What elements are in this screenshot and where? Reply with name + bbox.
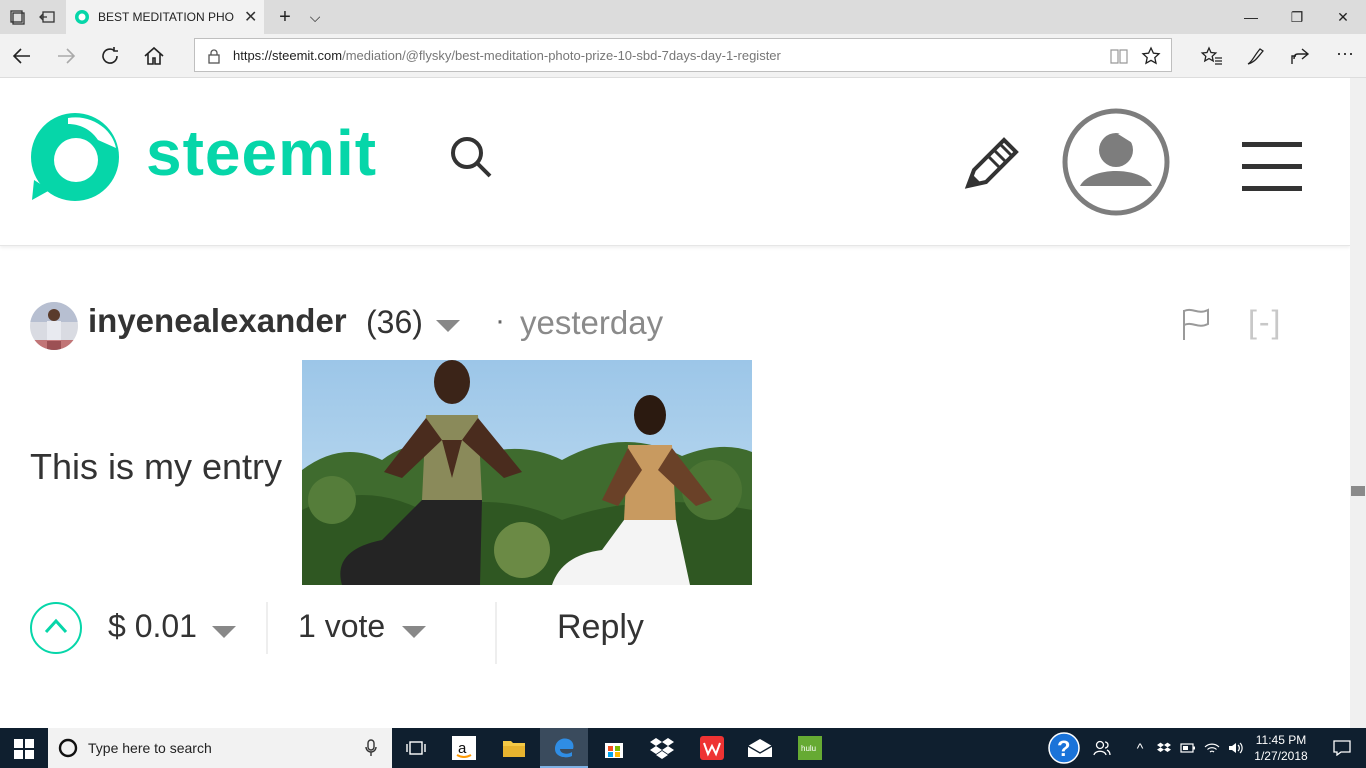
system-clock[interactable]: 11:45 PM 1/27/2018: [1250, 732, 1312, 764]
favorite-star-icon[interactable]: [1141, 46, 1161, 66]
post-timestamp[interactable]: yesterday: [520, 304, 663, 342]
microphone-icon[interactable]: [364, 739, 378, 757]
help-icon[interactable]: ?: [1040, 728, 1088, 768]
voters-dropdown-caret-icon[interactable]: [402, 626, 426, 638]
minimize-icon[interactable]: —: [1236, 6, 1266, 28]
home-icon[interactable]: [142, 44, 166, 68]
refresh-icon[interactable]: [98, 44, 122, 68]
flag-icon[interactable]: [1180, 306, 1212, 342]
tab-active[interactable]: BEST MEDITATION PHO ✕: [66, 0, 264, 34]
meta-separator: ·: [495, 304, 505, 337]
steemit-favicon-icon: [75, 10, 89, 24]
more-options-icon[interactable]: ···: [1330, 42, 1360, 64]
windows-start-icon[interactable]: [14, 739, 34, 759]
edge-browser-icon[interactable]: [540, 728, 588, 768]
payout-dropdown-caret-icon[interactable]: [212, 626, 236, 638]
svg-text:a: a: [458, 740, 467, 757]
author-name[interactable]: inyenealexander: [88, 302, 347, 340]
search-icon[interactable]: [448, 134, 494, 180]
author-reputation: (36): [366, 304, 423, 340]
hamburger-menu-icon[interactable]: [1240, 140, 1304, 194]
comment-body-text: This is my entry: [30, 446, 283, 487]
back-icon[interactable]: [10, 44, 34, 68]
windows-taskbar: Type here to search a hulu ? ^ 11:45 PM …: [0, 728, 1366, 768]
comment: inyenealexander (36) · yesterday [-] Thi…: [0, 246, 1350, 728]
volume-icon[interactable]: [1224, 728, 1248, 768]
dropbox-tray-icon[interactable]: [1152, 728, 1176, 768]
restore-icon[interactable]: ❐: [1282, 6, 1312, 28]
browser-window-chrome: BEST MEDITATION PHO ✕ + ⌵ — ❐ ✕ https://…: [0, 0, 1366, 78]
people-icon[interactable]: [1082, 728, 1122, 768]
action-center-icon[interactable]: [1318, 728, 1366, 768]
collapse-toggle[interactable]: [-]: [1248, 304, 1282, 341]
tab-bar: BEST MEDITATION PHO ✕ + ⌵ — ❐ ✕: [0, 0, 1366, 34]
author-dropdown-caret-icon[interactable]: [436, 320, 460, 332]
svg-text:hulu: hulu: [801, 744, 816, 753]
site-header: steemit: [0, 78, 1350, 246]
url-path: /mediation/@flysky/best-meditation-photo…: [342, 47, 781, 63]
tab-preview-icon[interactable]: [8, 8, 26, 26]
author-avatar[interactable]: [30, 302, 78, 350]
scrollbar-thumb[interactable]: [1351, 486, 1365, 496]
webpage: steemit inyenealexander (36) · yesterday…: [0, 78, 1350, 728]
taskbar-search-placeholder: Type here to search: [88, 740, 212, 756]
user-avatar-icon[interactable]: [1060, 106, 1172, 218]
payout-amount[interactable]: $ 0.01: [108, 608, 197, 645]
wps-office-icon[interactable]: [688, 728, 736, 768]
hulu-app-icon[interactable]: hulu: [786, 728, 834, 768]
wifi-icon[interactable]: [1200, 728, 1224, 768]
navigation-bar: https://steemit.com/mediation/@flysky/be…: [0, 34, 1366, 78]
steemit-logo-text[interactable]: steemit: [146, 116, 377, 190]
tab-list-chevron-icon[interactable]: ⌵: [300, 6, 330, 28]
mail-icon[interactable]: [736, 728, 784, 768]
vertical-scrollbar[interactable]: [1350, 78, 1366, 728]
file-explorer-icon[interactable]: [490, 728, 538, 768]
upvote-button[interactable]: [30, 602, 82, 654]
chevron-up-icon: [44, 618, 68, 634]
set-tabs-aside-icon[interactable]: [38, 8, 56, 26]
share-icon[interactable]: [1288, 44, 1312, 68]
dropbox-icon[interactable]: [638, 728, 686, 768]
url-text: https://steemit.com/mediation/@flysky/be…: [233, 48, 781, 63]
clock-date: 1/27/2018: [1254, 749, 1308, 763]
amazon-app-icon[interactable]: a: [440, 728, 488, 768]
pencil-icon[interactable]: [964, 134, 1022, 190]
tab-close-icon[interactable]: ✕: [244, 7, 257, 27]
task-view-icon[interactable]: [392, 728, 440, 768]
address-bar[interactable]: https://steemit.com/mediation/@flysky/be…: [194, 38, 1172, 72]
vote-count[interactable]: 1 vote: [298, 608, 385, 645]
close-window-icon[interactable]: ✕: [1328, 6, 1358, 28]
tab-title: BEST MEDITATION PHO: [98, 10, 235, 24]
store-icon[interactable]: [590, 728, 638, 768]
reading-view-icon[interactable]: [1109, 47, 1129, 65]
taskbar-search-box[interactable]: Type here to search: [48, 728, 392, 768]
forward-icon[interactable]: [54, 44, 78, 68]
url-domain: https://steemit.com: [233, 47, 343, 63]
clock-time: 11:45 PM: [1255, 733, 1307, 747]
favorites-hub-icon[interactable]: [1200, 44, 1224, 68]
svg-text:?: ?: [1057, 736, 1070, 761]
cortana-icon: [58, 738, 78, 758]
new-tab-icon[interactable]: +: [270, 6, 300, 28]
divider: [266, 602, 268, 654]
lock-icon: [208, 49, 220, 64]
reply-button[interactable]: Reply: [557, 608, 644, 647]
meditation-photo: [302, 360, 752, 585]
divider: [495, 602, 497, 664]
steemit-logo-icon[interactable]: [28, 110, 122, 204]
battery-icon[interactable]: [1176, 728, 1200, 768]
show-hidden-icons-chevron-icon[interactable]: ^: [1128, 728, 1152, 768]
web-note-icon[interactable]: [1244, 44, 1268, 68]
